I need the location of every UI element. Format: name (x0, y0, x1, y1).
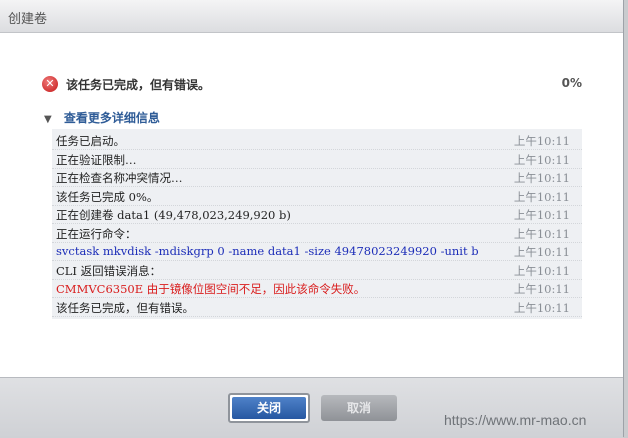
log-message: 正在验证限制… (56, 152, 137, 167)
log-message: svctask mkvdisk -mdiskgrp 0 -name data1 … (56, 244, 479, 258)
log-row: CLI 返回错误消息： 上午10:11 (52, 261, 582, 280)
log-row: 正在验证限制… 上午10:11 (52, 150, 582, 169)
watermark: https://www.mr-mao.cn (444, 412, 587, 428)
log-row: 该任务已完成 0%。 上午10:11 (52, 187, 582, 206)
log-time: 上午10:11 (513, 134, 570, 148)
close-button[interactable]: 关闭 (228, 393, 310, 423)
log-message: 任务已启动。 (56, 134, 125, 148)
log-row: 该任务已完成，但有错误。 上午10:11 (52, 298, 582, 317)
cancel-button[interactable]: 取消 (321, 395, 397, 421)
status-text: 该任务已完成，但有错误。 (66, 78, 211, 92)
task-status: ✕ 该任务已完成，但有错误。 0% (42, 75, 582, 95)
log-row: CMMVC6350E 由于镜像位图空间不足，因此该命令失败。 上午10:11 (52, 279, 582, 298)
log-time: 上午10:11 (513, 245, 570, 259)
error-icon: ✕ (42, 76, 58, 92)
log-message: 正在运行命令： (56, 226, 137, 241)
log-row: 正在运行命令： 上午10:11 (52, 224, 582, 243)
dialog-footer (0, 377, 623, 438)
dialog-titlebar[interactable]: 创建卷 (0, 0, 623, 33)
details-toggle-label: 查看更多详细信息 (63, 111, 160, 125)
log-message: CMMVC6350E 由于镜像位图空间不足，因此该命令失败。 (56, 282, 366, 296)
log-message: 该任务已完成，但有错误。 (56, 300, 194, 315)
log-row: 正在创建卷 data1 (49,478,023,249,920 b) 上午10:1… (52, 205, 582, 224)
log-time: 上午10:11 (513, 189, 570, 204)
log-time: 上午10:11 (513, 226, 570, 241)
log-time: 上午10:11 (513, 208, 570, 222)
log-row: 正在检查名称冲突情况… 上午10:11 (52, 168, 582, 187)
progress-percent: 0% (561, 76, 582, 90)
triangle-down-icon: ▼ (44, 114, 52, 125)
log-message: 正在检查名称冲突情况… (56, 171, 183, 185)
log-message: 正在创建卷 data1 (49,478,023,249,920 b) (56, 208, 291, 222)
log-message: CLI 返回错误消息： (56, 263, 162, 278)
log-time: 上午10:11 (513, 263, 570, 278)
close-button-label: 关闭 (232, 397, 306, 419)
log-time: 上午10:11 (513, 152, 570, 167)
log-row: 任务已启动。 上午10:11 (52, 131, 582, 150)
dialog-title: 创建卷 (8, 12, 48, 27)
task-log: 任务已启动。 上午10:11 正在验证限制… 上午10:11 正在检查名称冲突情况… 上午… (52, 129, 582, 319)
create-volume-dialog: 创建卷 ✕ 该任务已完成，但有错误。 0% ▼ 查看更多详细信息 任务已启动。上… (0, 0, 624, 438)
log-time: 上午10:11 (513, 171, 570, 185)
log-time: 上午10:11 (513, 282, 570, 296)
details-toggle[interactable]: ▼ 查看更多详细信息 (44, 109, 160, 126)
log-row: svctask mkvdisk -mdiskgrp 0 -name data1 … (52, 242, 582, 261)
log-time: 上午10:11 (513, 300, 570, 315)
log-message: 该任务已完成 0%。 (56, 189, 159, 204)
